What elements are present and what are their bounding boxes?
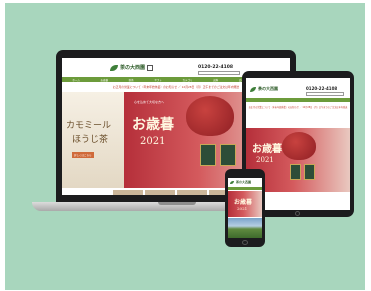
phone-screen: 茶の大西園 お歳暮 2021 bbox=[228, 178, 262, 238]
search-input[interactable] bbox=[198, 71, 240, 75]
product-thumb[interactable] bbox=[113, 190, 143, 195]
side-promo[interactable]: カモミール ほうじ茶 詳しくはこちら bbox=[62, 92, 124, 188]
home-button bbox=[295, 211, 300, 216]
side-promo-line1: カモミール bbox=[66, 121, 112, 131]
nav-item-shipping[interactable]: 送料 bbox=[213, 78, 218, 82]
site-logo[interactable]: 茶の大西園 bbox=[230, 180, 251, 184]
shop-mark-icon bbox=[147, 64, 154, 71]
hero-subtitle: 心を込めて大切な方へ bbox=[134, 100, 165, 104]
product-thumb[interactable] bbox=[177, 190, 207, 195]
product-thumb[interactable] bbox=[145, 190, 175, 195]
gift-box-image bbox=[290, 164, 301, 180]
nav-item-oseibo[interactable]: お歳暮 bbox=[100, 78, 108, 82]
furoshiki-image bbox=[186, 96, 234, 136]
site-logo[interactable]: 茶の大西園 bbox=[250, 86, 278, 92]
phone-number: 0120-22-4108 bbox=[306, 86, 338, 91]
phone-device: 茶の大西園 お歳暮 2021 bbox=[225, 169, 265, 247]
hero-year: 2021 bbox=[140, 136, 166, 147]
side-promo-line2: ほうじ茶 bbox=[72, 135, 109, 145]
furoshiki-image bbox=[282, 132, 316, 160]
laptop-notch bbox=[158, 202, 196, 205]
nav-item-home[interactable]: ホーム bbox=[72, 78, 79, 82]
main-nav bbox=[246, 98, 350, 102]
search-input[interactable] bbox=[306, 92, 344, 96]
home-button bbox=[242, 240, 248, 245]
gift-box-image bbox=[304, 164, 315, 180]
notice-text[interactable]: お正月の営業について（年末年始休業）のお知らせ ／ 12月28日（月）正午までの… bbox=[246, 105, 350, 109]
hero-title: お歳暮 bbox=[132, 117, 174, 133]
logo-text: 茶の大西園 bbox=[258, 86, 278, 91]
leaf-icon bbox=[110, 64, 118, 71]
leaf-icon bbox=[230, 180, 234, 184]
nav-item-gift[interactable]: ギフト bbox=[154, 78, 162, 82]
hero-title: お歳暮 bbox=[252, 144, 282, 155]
hero-year: 2021 bbox=[237, 206, 248, 211]
hero-banner[interactable]: お歳暮 2021 bbox=[228, 191, 262, 217]
side-promo-button[interactable]: 詳しくはこちら bbox=[72, 152, 94, 158]
hero-title: お歳暮 bbox=[234, 199, 253, 206]
hero-year: 2021 bbox=[256, 156, 274, 164]
logo-text: 茶の大西園 bbox=[236, 180, 252, 184]
tea-field-image bbox=[228, 218, 262, 238]
main-nav bbox=[228, 187, 262, 190]
phone-number: 0120-22-4108 bbox=[198, 65, 234, 70]
logo-text: 茶の大西園 bbox=[120, 65, 146, 71]
gift-box-image bbox=[220, 144, 236, 166]
gift-box-image bbox=[200, 144, 216, 166]
leaf-icon bbox=[250, 86, 256, 92]
site-logo[interactable]: 茶の大西園 bbox=[110, 64, 154, 71]
nav-item-shincha[interactable]: 新茶 bbox=[129, 78, 134, 82]
nav-item-category[interactable]: カテゴリ bbox=[183, 78, 193, 82]
